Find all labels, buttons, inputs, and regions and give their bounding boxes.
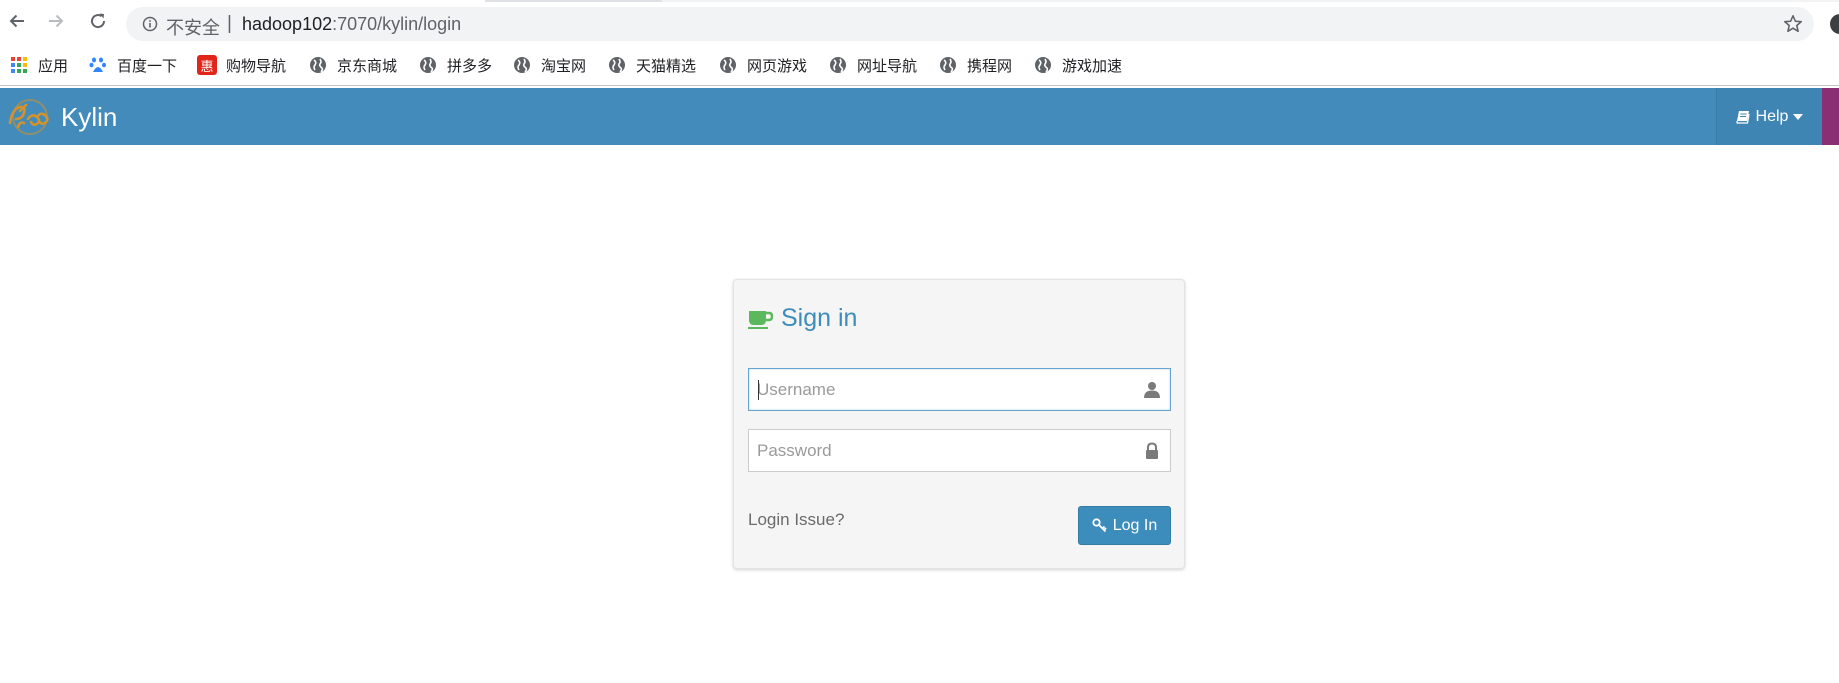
coffee-cup-icon — [748, 310, 773, 329]
bookmark-taobao[interactable]: 淘宝网 — [512, 54, 586, 76]
lock-icon — [1146, 442, 1158, 459]
bookmark-label: 拼多多 — [447, 57, 493, 75]
globe-icon — [512, 55, 532, 75]
bookmark-label: 游戏加速 — [1062, 57, 1123, 75]
user-icon — [1144, 382, 1160, 398]
bookmark-shopping-nav[interactable]: 惠 购物导航 — [197, 54, 286, 76]
url-path: :7070/kylin/login — [332, 14, 462, 34]
bookmark-url-nav[interactable]: 网址导航 — [828, 54, 917, 76]
url-host: hadoop102 — [242, 14, 333, 34]
bookmark-game-accel[interactable]: 游戏加速 — [1033, 54, 1122, 76]
login-heading: Sign in — [748, 304, 857, 333]
username-input[interactable] — [749, 369, 1170, 410]
reload-button[interactable] — [86, 9, 110, 33]
kylin-logo-icon[interactable] — [6, 97, 50, 137]
password-input[interactable] — [749, 430, 1170, 471]
bookmark-label: 天猫精选 — [636, 57, 697, 75]
bookmark-label: 百度一下 — [117, 57, 178, 75]
forward-button[interactable] — [44, 9, 68, 33]
globe-icon — [1033, 55, 1053, 75]
bookmark-baidu[interactable]: 百度一下 — [88, 54, 177, 76]
hui-badge-text: 惠 — [200, 58, 214, 74]
help-label: Help — [1755, 107, 1789, 125]
globe-icon — [718, 55, 738, 75]
bookmarks-bar: 应用 百度一下 惠 购物导航 京东商城 拼多多 淘宝网 天猫精选 网页游戏 网址… — [0, 43, 1839, 86]
address-bar[interactable]: 不安全 | hadoop102:7070/kylin/login — [126, 7, 1814, 41]
browser-toolbar: 不安全 | hadoop102:7070/kylin/login — [0, 0, 1839, 43]
log-in-button[interactable]: Log In — [1078, 506, 1171, 545]
bookmark-pinduoduo[interactable]: 拼多多 — [418, 54, 492, 76]
bookmark-jd[interactable]: 京东商城 — [308, 54, 397, 76]
bookmark-web-games[interactable]: 网页游戏 — [718, 54, 807, 76]
bookmark-apps[interactable]: 应用 — [9, 54, 68, 76]
bookmark-tmall[interactable]: 天猫精选 — [607, 54, 696, 76]
baidu-paw-icon — [88, 55, 108, 75]
bookmark-label: 购物导航 — [226, 57, 287, 75]
info-icon[interactable] — [142, 16, 158, 32]
login-issue-link[interactable]: Login Issue? — [748, 510, 844, 530]
apps-grid-icon — [9, 55, 29, 75]
username-field[interactable] — [748, 368, 1171, 411]
password-field[interactable] — [748, 429, 1171, 472]
accent-strip — [1822, 88, 1839, 145]
globe-icon — [418, 55, 438, 75]
arrow-right-icon — [49, 14, 64, 28]
log-in-label: Log In — [1112, 516, 1158, 534]
profile-avatar[interactable] — [1830, 14, 1839, 34]
bookmark-label: 应用 — [38, 57, 69, 75]
brand-name[interactable]: Kylin — [61, 102, 117, 133]
reload-icon — [91, 13, 106, 29]
arrow-left-icon — [9, 14, 24, 28]
globe-icon — [607, 55, 627, 75]
text-caret — [758, 380, 759, 400]
bookmark-label: 网址导航 — [857, 57, 918, 75]
bookmark-label: 淘宝网 — [541, 57, 587, 75]
globe-icon — [308, 55, 328, 75]
bookmark-label: 京东商城 — [337, 57, 398, 75]
login-panel: Sign in Login Issue? Log In — [733, 279, 1185, 569]
help-dropdown[interactable]: Help — [1716, 88, 1822, 145]
globe-icon — [828, 55, 848, 75]
sign-in-title: Sign in — [781, 304, 858, 332]
app-navbar: Kylin Help — [0, 88, 1839, 145]
key-icon — [1092, 518, 1107, 533]
book-icon — [1735, 110, 1750, 124]
bookmark-ctrip[interactable]: 携程网 — [938, 54, 1012, 76]
bookmark-label: 网页游戏 — [747, 57, 808, 75]
bookmark-star-icon[interactable] — [1782, 13, 1804, 35]
tab-strip-edge — [485, 0, 662, 2]
bookmark-label: 携程网 — [967, 57, 1013, 75]
globe-icon — [938, 55, 958, 75]
caret-down-icon — [1793, 113, 1804, 120]
url-separator: | — [227, 13, 232, 34]
security-label: 不安全 — [166, 18, 220, 38]
url-text[interactable]: hadoop102:7070/kylin/login — [242, 14, 461, 35]
hui-badge-icon: 惠 — [197, 55, 217, 75]
back-button[interactable] — [5, 9, 29, 33]
tab-strip-edge — [662, 0, 1839, 2]
